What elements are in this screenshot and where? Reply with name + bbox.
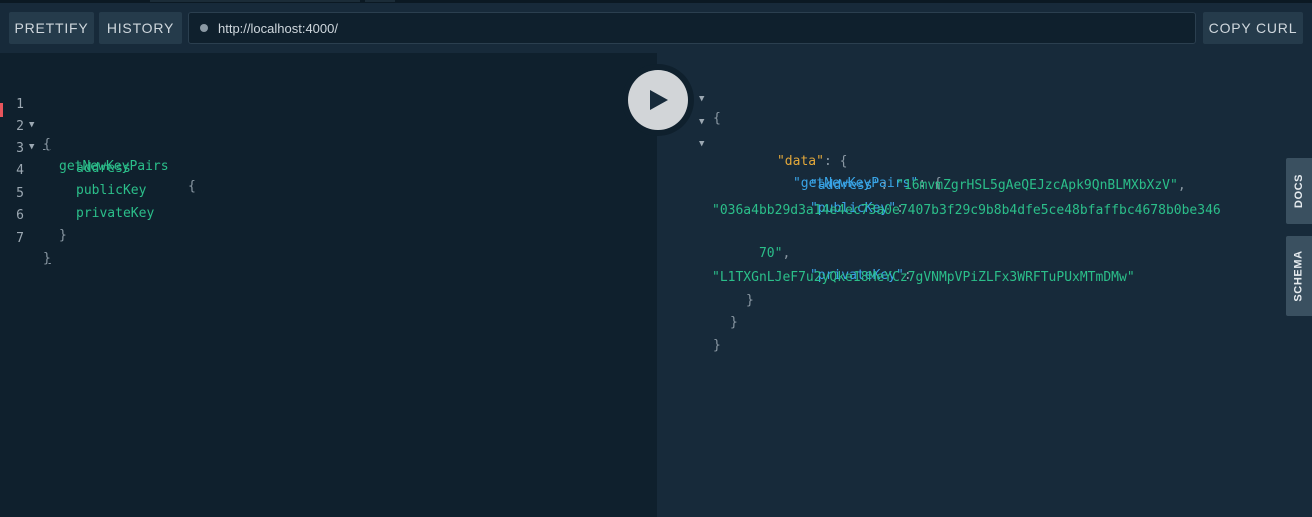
editor-line: 5 privateKey — [0, 164, 657, 221]
editor-line: 6 } — [0, 186, 657, 243]
status-dot-icon — [200, 24, 208, 32]
result-line: ▼ { — [657, 69, 1257, 126]
editor-line: 1 ▼ { — [0, 75, 657, 152]
query-editor[interactable]: 1 ▼ { 2 ▼ getNewKeyPairs { 3 address 4 p… — [0, 53, 657, 517]
result-line: "036a4bb29d3a14e4ec73a0e7407b3f29c9b8b4d… — [657, 181, 1257, 218]
code-token: } — [43, 251, 51, 266]
result-line: } — [657, 271, 1257, 308]
result-line: "privateKey": — [657, 226, 1257, 283]
editor-line: 3 address — [0, 119, 657, 176]
result-line: "publicKey": — [657, 159, 1257, 216]
docs-tab[interactable]: DOCS — [1286, 158, 1312, 224]
editor-line: 7 } — [0, 209, 657, 266]
error-marker — [0, 103, 3, 117]
docs-tab-label: DOCS — [1293, 173, 1305, 209]
result-line: } — [657, 293, 1257, 330]
editor-line: 4 publicKey — [0, 141, 657, 198]
result-line: ▼ "data": { — [657, 92, 1257, 169]
history-button[interactable]: HISTORY — [99, 12, 182, 44]
tab-indicator — [150, 0, 360, 2]
result-token: } — [713, 338, 721, 353]
result-line: "address": "16mvmZgrHSL5gAeQEJzcApk9QnBL… — [657, 136, 1257, 193]
toolbar: PRETTIFY HISTORY http://localhost:4000/ … — [0, 3, 1312, 53]
endpoint-url-input[interactable]: http://localhost:4000/ — [188, 12, 1196, 44]
prettify-button[interactable]: PRETTIFY — [9, 12, 94, 44]
result-line: ▼ "getNewKeyPairs": { — [657, 114, 1257, 191]
execute-query-button[interactable] — [622, 64, 694, 136]
copy-curl-button[interactable]: COPY CURL — [1203, 12, 1303, 44]
endpoint-url-text: http://localhost:4000/ — [218, 20, 338, 36]
result-line: } — [657, 316, 1257, 353]
result-line: "L1TXGnLJeF7u2yQke18MeYCz7gVNMpVPiZLFx3W… — [657, 248, 1257, 285]
schema-tab[interactable]: SCHEMA — [1286, 236, 1312, 316]
execute-button-face — [628, 70, 688, 130]
play-icon — [650, 90, 668, 110]
schema-tab-label: SCHEMA — [1293, 250, 1305, 302]
result-viewer: ▼ { ▼ "data": { ▼ "getNewKeyPairs": { "a… — [657, 53, 1312, 517]
code-token: } — [59, 228, 67, 243]
line-number: 7 — [16, 231, 24, 246]
result-line: 70", — [657, 204, 1257, 261]
editor-line: 2 ▼ getNewKeyPairs { — [0, 97, 657, 194]
tab-indicator — [365, 0, 395, 2]
